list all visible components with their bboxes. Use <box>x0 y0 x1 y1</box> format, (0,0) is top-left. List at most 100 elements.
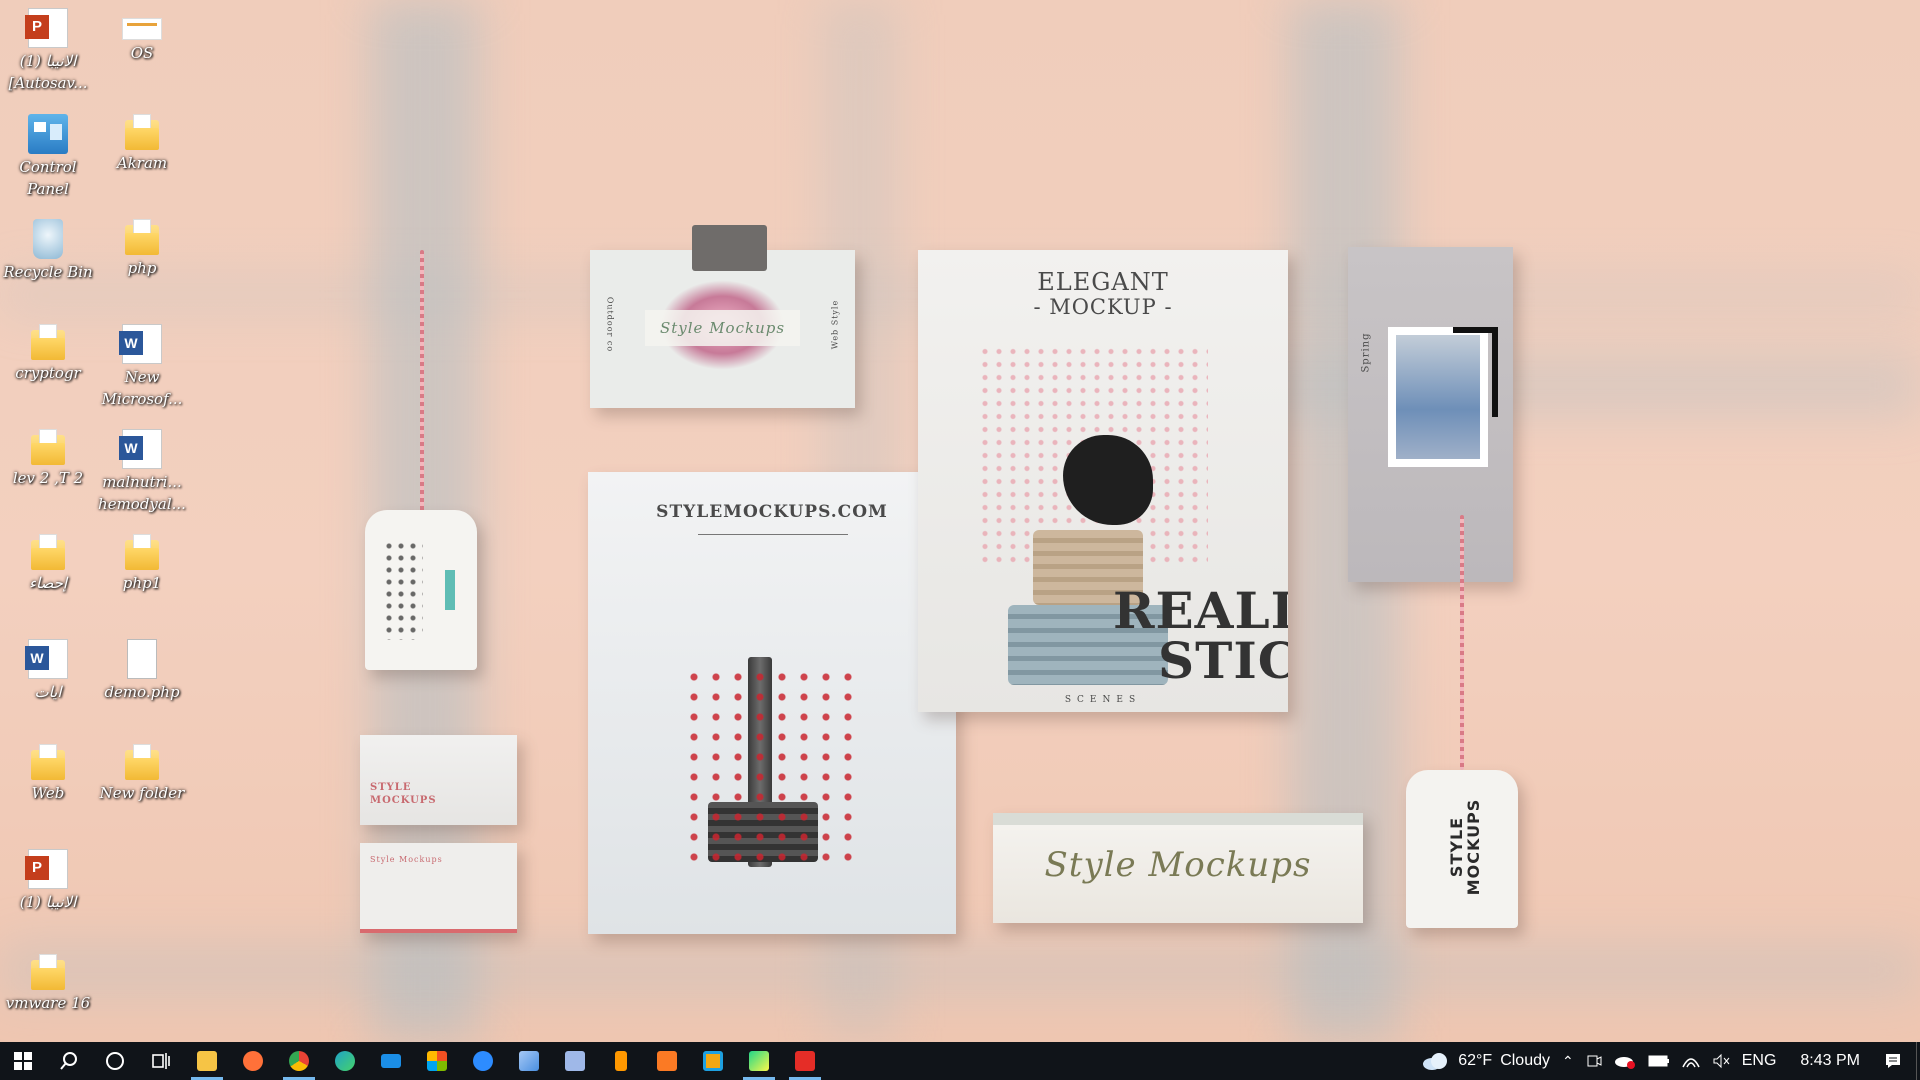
chrome-icon <box>289 1051 309 1071</box>
taskbar-firefox[interactable] <box>230 1042 276 1080</box>
wallpaper-shadow <box>0 940 1920 1000</box>
windows-logo-icon <box>14 1052 32 1070</box>
word-icon <box>119 324 162 364</box>
weather-temperature: 62°F <box>1458 1052 1493 1069</box>
powerpoint-icon <box>25 8 68 48</box>
desktop-icon-recycle-bin[interactable]: Recycle Bin <box>0 215 96 283</box>
cortana-button[interactable] <box>92 1042 138 1080</box>
camera-icon <box>1587 1055 1602 1067</box>
binder-clip <box>692 225 767 271</box>
notification-icon <box>1886 1054 1900 1068</box>
search-button[interactable] <box>46 1042 92 1080</box>
poster-stylemockups: STYLEMOCKUPS.COM <box>588 472 956 934</box>
folder-icon <box>31 534 65 570</box>
folder-icon <box>31 954 65 990</box>
taskbar-store[interactable] <box>414 1042 460 1080</box>
business-card-back: Style Mockups <box>360 843 517 933</box>
desktop-icon-label: Recycle Bin <box>3 263 93 281</box>
poster-elegant-title: ELEGANT <box>1037 268 1169 296</box>
folder-icon <box>125 744 159 780</box>
desktop-icon-label: (1) الانيبا [Autosav... <box>8 52 88 92</box>
taskbar-pycharm[interactable] <box>736 1042 782 1080</box>
input-language[interactable]: ENG <box>1736 1042 1783 1080</box>
onedrive-status[interactable] <box>1608 1042 1642 1080</box>
clock[interactable]: 8:43 PM <box>1782 1042 1878 1080</box>
desktop-icon-vmware[interactable]: vmware 16 <box>0 950 96 1014</box>
taskbar-virtualbox[interactable] <box>552 1042 598 1080</box>
flower-card-title: Style Mockups <box>645 310 800 346</box>
desktop-icon-ppt[interactable]: (1) الانيبا <box>0 845 96 913</box>
action-center-button[interactable] <box>1878 1042 1916 1080</box>
chevron-up-icon: ⌃ <box>1562 1052 1574 1069</box>
desktop-icon-web[interactable]: Web <box>0 740 96 804</box>
cortana-circle-icon <box>106 1052 124 1070</box>
desktop-icon-ayat[interactable]: ايات <box>0 635 96 703</box>
desktop-icon-demo-php[interactable]: demo.php <box>94 635 190 703</box>
sublime-icon <box>615 1051 627 1071</box>
onedrive-error-icon <box>1614 1057 1635 1069</box>
desktop-icon-label: OS <box>130 44 154 62</box>
cube-icon <box>565 1051 585 1071</box>
taskbar-file-explorer[interactable] <box>184 1042 230 1080</box>
system-tray: 62°F Cloudy ⌃ ENG 8:43 PM <box>1416 1042 1920 1080</box>
desktop-icon-php[interactable]: php <box>94 215 190 279</box>
photo-card-caption: Spring <box>1360 332 1372 373</box>
desktop-icon-cryptogr[interactable]: cryptogr <box>0 320 96 384</box>
taskbar-xampp[interactable] <box>644 1042 690 1080</box>
battery-status[interactable] <box>1642 1042 1676 1080</box>
poster-realistic-line2: STIC <box>1158 631 1288 690</box>
desktop-icon-label: demo.php <box>104 683 180 701</box>
taskbar: 62°F Cloudy ⌃ ENG 8:43 PM <box>0 1042 1920 1080</box>
meet-now-button[interactable] <box>1580 1042 1608 1080</box>
desktop-icon-php1[interactable]: php1 <box>94 530 190 594</box>
taskbar-mail[interactable] <box>368 1042 414 1080</box>
weather-widget[interactable]: 62°F Cloudy <box>1416 1042 1556 1080</box>
poster-elegant: ELEGANT - MOCKUP - REALI STIC SCENES <box>918 250 1288 712</box>
flower-card-side-right: Web Style <box>830 299 840 350</box>
taskbar-app-square[interactable] <box>690 1042 736 1080</box>
folder-icon <box>125 114 159 150</box>
photo-card: Spring <box>1348 247 1513 582</box>
start-button[interactable] <box>0 1042 46 1080</box>
taskbar-zoom[interactable] <box>460 1042 506 1080</box>
taskbar-acrobat[interactable] <box>782 1042 828 1080</box>
edge-icon <box>335 1051 355 1071</box>
desktop-icon-label: Akram <box>116 154 168 172</box>
business-card-title: STYLE MOCKUPS <box>370 782 437 806</box>
pdf-icon <box>795 1051 815 1071</box>
hang-tag-text: STYLE MOCKUPS <box>1447 798 1483 896</box>
volume-control[interactable] <box>1706 1042 1736 1080</box>
pycharm-icon <box>749 1051 769 1071</box>
desktop-icon-control-panel[interactable]: Control Panel <box>0 110 96 200</box>
desktop-icon-new-microsoft[interactable]: New Microsof... <box>94 320 190 410</box>
desktop-icon-lev2[interactable]: lev 2 ,T 2 <box>0 425 96 489</box>
taskbar-sublime[interactable] <box>598 1042 644 1080</box>
poster-site-text: STYLEMOCKUPS.COM <box>656 502 888 522</box>
desktop-icon-new-folder[interactable]: New folder <box>94 740 190 804</box>
business-card-back-title: Style Mockups <box>370 855 443 864</box>
taskbar-chrome[interactable] <box>276 1042 322 1080</box>
desktop-icon-malnutrition[interactable]: malnutri... hemodyal... <box>94 425 190 515</box>
wifi-icon <box>1682 1058 1700 1068</box>
taskbar-app-arrow[interactable] <box>506 1042 552 1080</box>
taskbar-edge[interactable] <box>322 1042 368 1080</box>
document-icon <box>122 18 162 40</box>
mail-icon <box>381 1054 401 1068</box>
word-icon <box>119 429 162 469</box>
show-hidden-icons-button[interactable]: ⌃ <box>1556 1042 1580 1080</box>
network-status[interactable] <box>1676 1042 1706 1080</box>
desktop-icon-ppt-autosave[interactable]: (1) الانيبا [Autosav... <box>0 4 96 94</box>
desktop-icon-statistics[interactable]: إحصاء <box>0 530 96 594</box>
desktop-icon-label: New Microsof... <box>101 368 183 408</box>
flower-card-side-left: Outdoor co <box>605 296 615 353</box>
folder-icon <box>125 534 159 570</box>
tag-string <box>420 250 424 525</box>
desktop-icon-os[interactable]: OS <box>94 4 190 64</box>
desktop-icon-label: Web <box>31 784 65 802</box>
business-card-front: STYLE MOCKUPS <box>360 735 517 825</box>
show-desktop-button[interactable] <box>1916 1042 1920 1080</box>
desktop-icon-label: vmware 16 <box>5 994 91 1012</box>
task-view-button[interactable] <box>138 1042 184 1080</box>
desktop-icon-akram[interactable]: Akram <box>94 110 190 174</box>
control-panel-icon <box>28 114 68 154</box>
